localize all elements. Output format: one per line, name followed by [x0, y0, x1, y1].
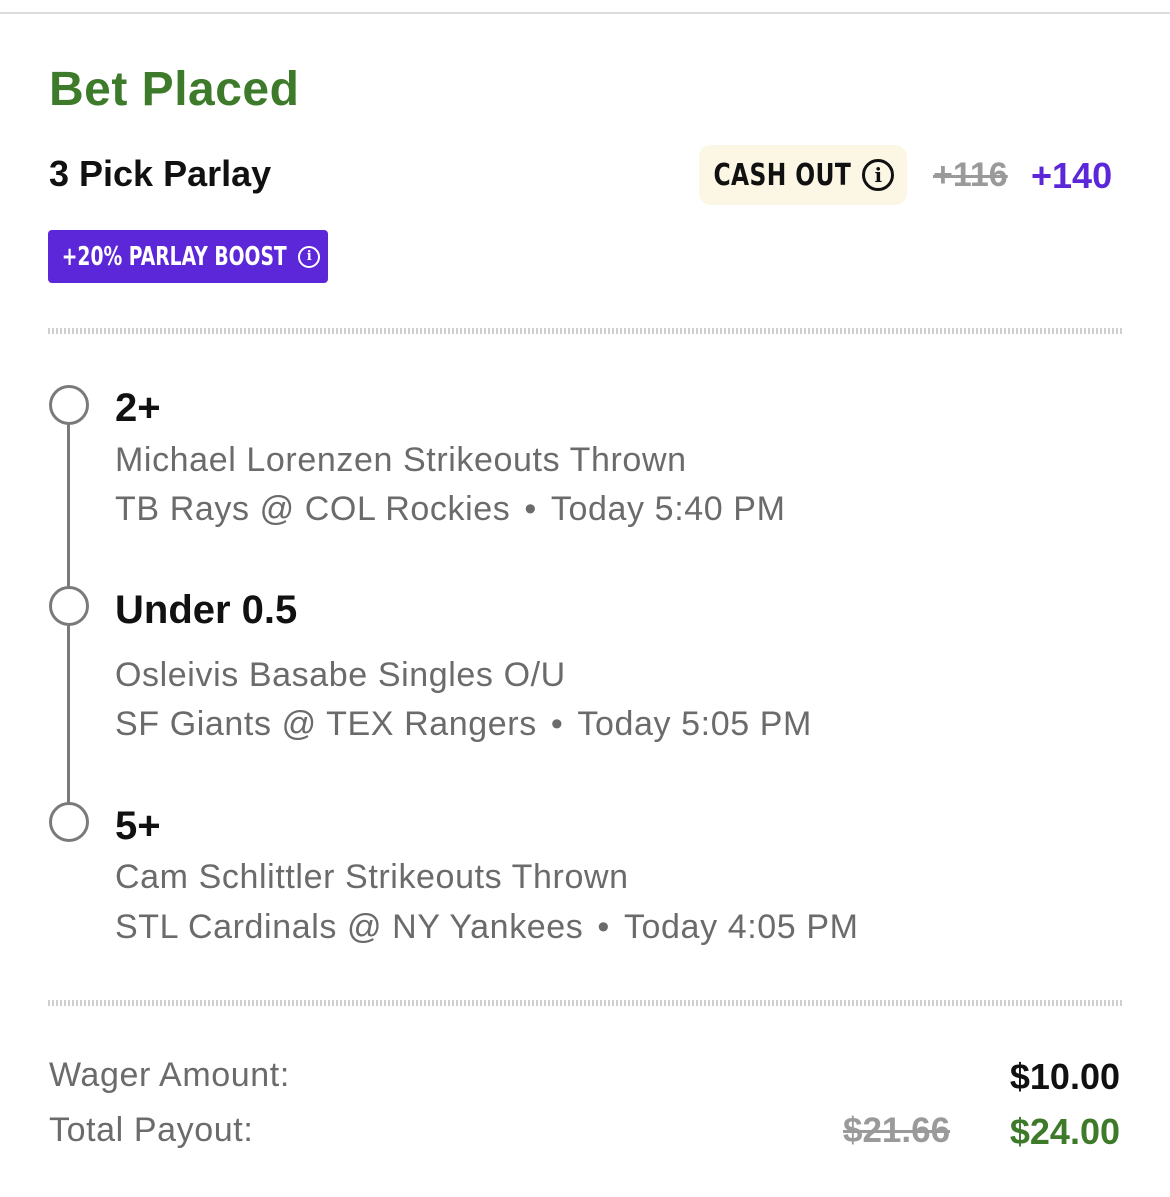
pick-status-circle-icon: [49, 802, 89, 842]
pick-status-circle-icon: [49, 586, 89, 626]
pick-time: Today 5:05 PM: [577, 705, 812, 743]
pick-matchup: SF Giants @ TEX Rangers: [115, 705, 537, 743]
parlay-boost-badge[interactable]: +20% PARLAY BOOST i: [48, 230, 328, 283]
pick-time: Today 5:40 PM: [550, 490, 786, 528]
wager-amount-label: Wager Amount:: [49, 1056, 290, 1094]
pick-value: 5+: [115, 804, 161, 848]
separator-dot: •: [550, 705, 564, 743]
wager-amount-value: $10.00: [1009, 1056, 1120, 1097]
separator-dot: •: [524, 490, 537, 528]
info-icon[interactable]: i: [862, 159, 895, 191]
boosted-odds: +140: [1031, 155, 1113, 196]
parlay-boost-label: +20% PARLAY BOOST: [61, 241, 287, 272]
separator-dot: •: [597, 908, 610, 946]
cash-out-label: CASH OUT: [713, 157, 851, 193]
pick-matchup: TB Rays @ COL Rockies: [115, 490, 511, 528]
original-odds: +116: [933, 156, 1008, 194]
pick-time: Today 4:05 PM: [623, 908, 859, 946]
divider: [48, 1000, 1124, 1006]
total-payout-label: Total Payout:: [49, 1111, 254, 1149]
pick-game-info: STL Cardinals @ NY Yankees • Today 4:05 PM: [115, 908, 859, 947]
pick-status-circle-icon: [49, 385, 89, 425]
boosted-payout: $24.00: [1009, 1111, 1120, 1152]
pick-value: Under 0.5: [115, 588, 298, 632]
pick-market: Osleivis Basabe Singles O/U: [115, 656, 566, 694]
pick-game-info: SF Giants @ TEX Rangers • Today 5:05 PM: [115, 705, 812, 744]
original-payout: $21.66: [843, 1111, 951, 1150]
parlay-type-label: 3 Pick Parlay: [49, 153, 272, 194]
top-border: [0, 0, 1170, 14]
page-title: Bet Placed: [49, 63, 300, 116]
pick-value: 2+: [115, 386, 161, 430]
pick-market: Cam Schlittler Strikeouts Thrown: [115, 858, 629, 896]
info-icon[interactable]: i: [298, 245, 321, 268]
cash-out-button[interactable]: CASH OUT i: [699, 145, 907, 205]
pick-game-info: TB Rays @ COL Rockies • Today 5:40 PM: [115, 490, 786, 529]
pick-matchup: STL Cardinals @ NY Yankees: [115, 908, 584, 946]
pick-market: Michael Lorenzen Strikeouts Thrown: [115, 441, 687, 479]
divider: [48, 328, 1124, 334]
